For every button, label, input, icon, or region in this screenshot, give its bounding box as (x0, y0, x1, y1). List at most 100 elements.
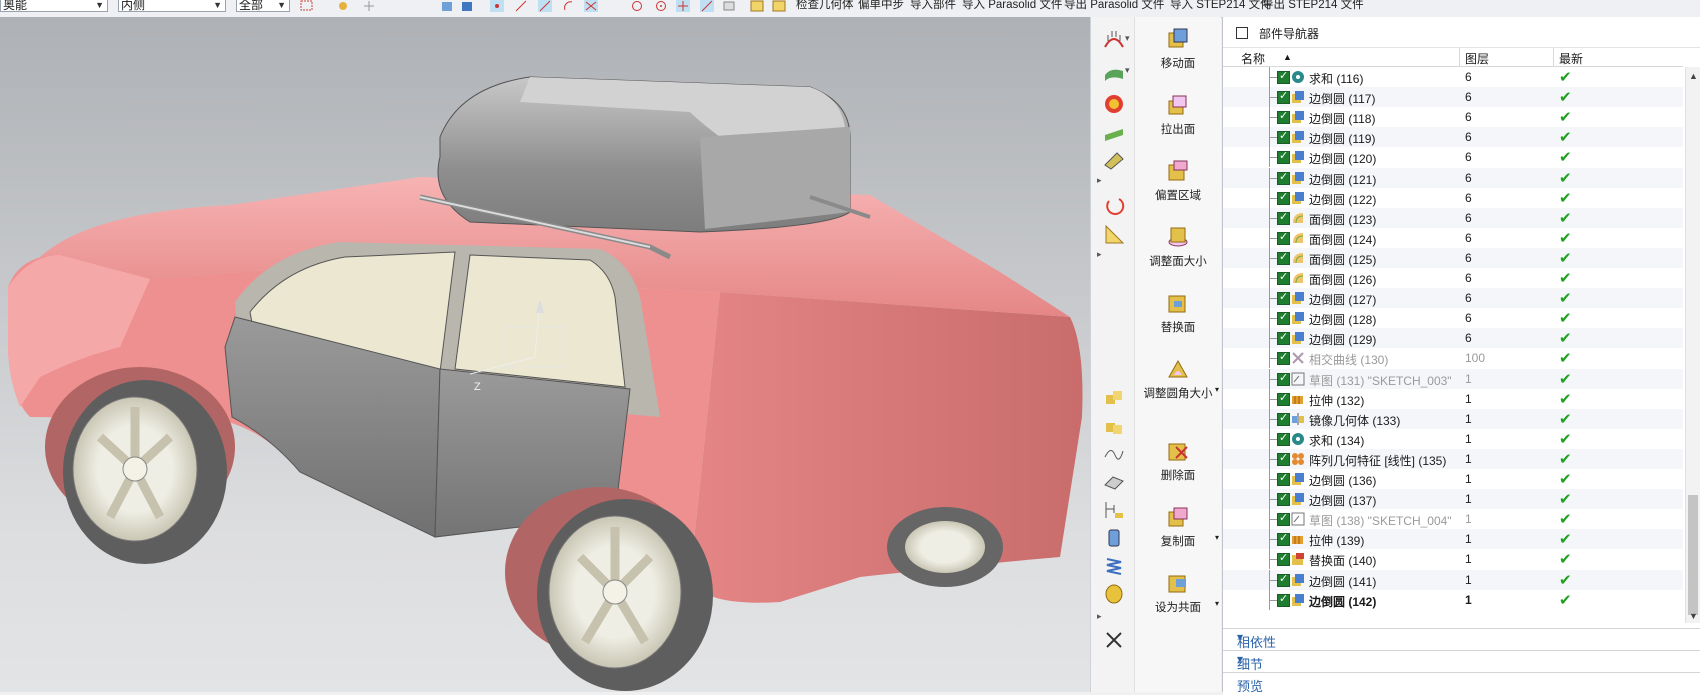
feature-row[interactable]: 面倒圆 (123) 6 ✔ (1223, 207, 1683, 228)
column-latest-header[interactable]: 最新 (1559, 50, 1583, 67)
column-layer-header[interactable]: 图层 (1465, 50, 1489, 67)
sort-ascending-icon[interactable]: ▲ (1283, 52, 1292, 62)
graphics-viewport[interactable]: Z (0, 17, 1090, 692)
scroll-down-icon[interactable]: ▼ (1689, 611, 1698, 621)
feature-row[interactable]: 边倒圆 (141) 1 ✔ (1223, 569, 1683, 590)
spring-icon[interactable] (1103, 555, 1125, 577)
gear-tool-icon[interactable] (1103, 499, 1125, 521)
face-curvature-icon[interactable] (1103, 93, 1125, 115)
scope-select[interactable]: 内侧 ▼ (118, 0, 226, 12)
surface-analysis-icon[interactable] (1103, 61, 1125, 83)
feature-visibility-checkbox[interactable] (1277, 250, 1290, 265)
feature-visibility-checkbox[interactable] (1277, 531, 1290, 547)
chevron-down-icon[interactable]: ▾ (1215, 385, 1219, 394)
line-snap-icon[interactable] (514, 0, 528, 12)
coin-icon[interactable] (1103, 583, 1125, 605)
arc-snap-icon[interactable] (562, 0, 576, 12)
feature-row[interactable]: 镜像几何体 (133) 1 ✔ (1223, 408, 1683, 429)
curve-comb-icon[interactable] (1103, 29, 1125, 51)
feature-visibility-checkbox[interactable] (1277, 129, 1290, 145)
move-face-button[interactable]: 移动面 (1135, 27, 1221, 71)
dependencies-panel[interactable]: 相依性 ▾ (1223, 628, 1700, 651)
step-icon[interactable] (772, 0, 786, 12)
feature-visibility-checkbox[interactable] (1277, 230, 1290, 245)
surface-icon[interactable] (1103, 471, 1125, 493)
cylinder-icon[interactable] (1103, 527, 1125, 549)
feature-row[interactable]: 边倒圆 (120) 6 ✔ (1223, 147, 1683, 168)
feature-row[interactable]: 面倒圆 (126) 6 ✔ (1223, 268, 1683, 288)
point-on-curve-icon[interactable] (676, 0, 690, 12)
feature-row[interactable]: 替换面 (140) 1 ✔ (1223, 549, 1683, 570)
spline-icon[interactable] (1103, 443, 1125, 465)
measure-angle-icon[interactable] (1103, 223, 1125, 245)
export-step-command[interactable]: 导出 STEP214 文件 (1262, 0, 1364, 12)
feature-visibility-checkbox[interactable] (1277, 511, 1290, 527)
offset-region-button[interactable]: 偏置区域 (1135, 159, 1221, 203)
feature-row[interactable]: 面倒圆 (124) 6 ✔ (1223, 227, 1683, 248)
feature-visibility-checkbox[interactable] (1277, 592, 1290, 607)
feature-row[interactable]: 草图 (138) "SKETCH_004" 1 ✔ (1223, 509, 1683, 530)
plus-icon[interactable] (362, 0, 376, 12)
chevron-down-icon[interactable]: ▾ (1237, 630, 1693, 644)
feature-visibility-checkbox[interactable] (1277, 491, 1290, 507)
feature-visibility-checkbox[interactable] (1277, 190, 1290, 205)
navigator-pin-checkbox[interactable] (1236, 27, 1248, 39)
feature-row[interactable]: 阵列几何特征 [线性] (135) 1 ✔ (1223, 448, 1683, 469)
feature-row[interactable]: 边倒圆 (118) 6 ✔ (1223, 107, 1683, 128)
snap-icon[interactable] (336, 0, 350, 12)
chevron-down-icon[interactable]: ▾ (1215, 533, 1219, 542)
feature-visibility-checkbox[interactable] (1277, 330, 1290, 346)
filter-select[interactable]: 奥能 ▼ (0, 0, 108, 12)
assembly-alt-icon[interactable] (1103, 415, 1125, 437)
feature-visibility-checkbox[interactable] (1277, 350, 1290, 366)
feature-row[interactable]: 边倒圆 (142) 1 ✔ (1223, 589, 1683, 610)
feature-row[interactable]: 边倒圆 (121) 6 ✔ (1223, 167, 1683, 188)
reflection-icon[interactable] (1103, 121, 1125, 143)
import-part-command[interactable]: 导入部件 (910, 0, 956, 12)
feature-visibility-checkbox[interactable] (1277, 149, 1290, 165)
feature-row[interactable]: 边倒圆 (127) 6 ✔ (1223, 288, 1683, 309)
feature-row[interactable]: 边倒圆 (122) 6 ✔ (1223, 187, 1683, 208)
feature-visibility-checkbox[interactable] (1277, 411, 1290, 426)
feature-row[interactable]: 草图 (131) "SKETCH_003" 1 ✔ (1223, 368, 1683, 389)
snap-point-icon[interactable] (490, 0, 504, 12)
feature-row[interactable]: 相交曲线 (130) 100 ✔ (1223, 348, 1683, 369)
feature-row[interactable]: 面倒圆 (125) 6 ✔ (1223, 247, 1683, 268)
circle-snap-icon[interactable] (630, 0, 644, 12)
view-icon[interactable] (722, 0, 736, 12)
resize-blend-button[interactable]: 调整圆角大小 ▾ (1135, 357, 1221, 401)
feature-visibility-checkbox[interactable] (1277, 572, 1290, 587)
cube-solid-icon[interactable] (460, 0, 474, 12)
chevron-down-icon[interactable]: ▾ (1125, 33, 1130, 44)
measure-rotate-icon[interactable] (1103, 195, 1125, 217)
tangent-snap-icon[interactable] (700, 0, 714, 12)
delete-face-button[interactable]: 删除面 (1135, 439, 1221, 483)
column-name-header[interactable]: 名称 (1241, 50, 1265, 67)
feature-visibility-checkbox[interactable] (1277, 431, 1290, 446)
feature-visibility-checkbox[interactable] (1277, 471, 1290, 486)
assembly-icon[interactable] (1103, 387, 1125, 409)
feature-row[interactable]: 拉伸 (139) 1 ✔ (1223, 529, 1683, 550)
selection-box-icon[interactable] (300, 0, 314, 12)
chevron-down-icon[interactable]: ▾ (1215, 599, 1219, 608)
feature-visibility-checkbox[interactable] (1277, 270, 1290, 285)
delete-feature-icon[interactable] (1103, 629, 1125, 651)
slope-icon[interactable] (1103, 149, 1125, 171)
feature-row[interactable]: 边倒圆 (137) 1 ✔ (1223, 489, 1683, 510)
feature-visibility-checkbox[interactable] (1277, 69, 1290, 84)
pull-face-button[interactable]: 拉出面 (1135, 93, 1221, 137)
feature-row[interactable]: 边倒圆 (129) 6 ✔ (1223, 328, 1683, 349)
feature-visibility-checkbox[interactable] (1277, 451, 1290, 466)
feature-visibility-checkbox[interactable] (1277, 551, 1290, 567)
import-step-command[interactable]: 导入 STEP214 文件 (1170, 0, 1272, 12)
scroll-up-icon[interactable]: ▲ (1689, 71, 1698, 81)
feature-row[interactable]: 边倒圆 (136) 1 ✔ (1223, 469, 1683, 489)
feature-row[interactable]: 边倒圆 (117) 6 ✔ (1223, 87, 1683, 108)
feature-visibility-checkbox[interactable] (1277, 391, 1290, 406)
details-panel[interactable]: 细节 ▾ (1223, 650, 1700, 673)
feature-row[interactable]: 边倒圆 (128) 6 ✔ (1223, 308, 1683, 329)
import-parasolid-command[interactable]: 导入 Parasolid 文件 (962, 0, 1062, 12)
copy-face-button[interactable]: 复制面 ▾ (1135, 505, 1221, 549)
export-parasolid-command[interactable]: 导出 Parasolid 文件 (1064, 0, 1164, 12)
chevron-down-icon[interactable]: ▾ (1237, 652, 1693, 666)
